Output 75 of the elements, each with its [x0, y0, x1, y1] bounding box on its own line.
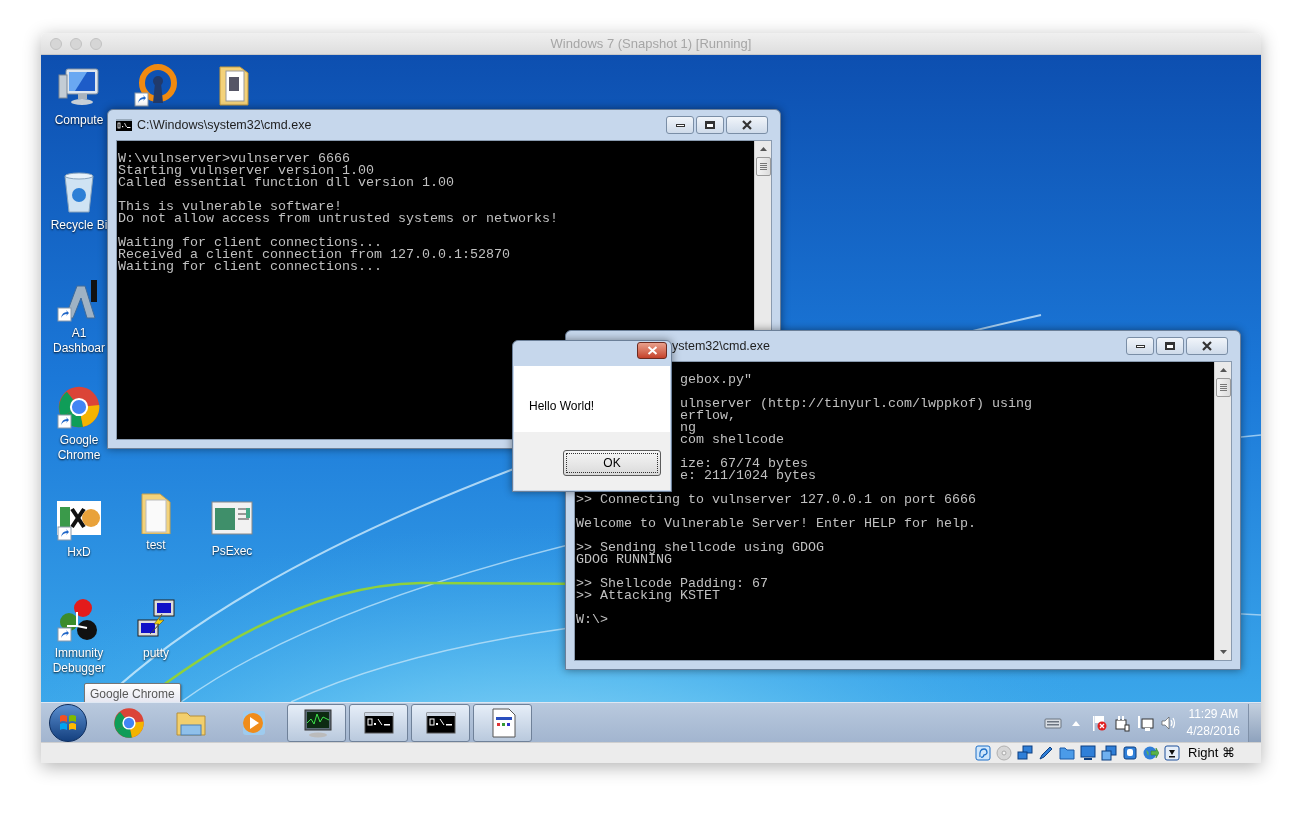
console-line: Called essential function dll version 1.00 [118, 177, 454, 189]
desktop-icon-label[interactable]: Google [59, 433, 99, 448]
minimize-button[interactable] [666, 116, 694, 134]
desktop-icon-label[interactable]: HxD [67, 545, 91, 560]
console-line: W:\vulnserver>vulnserver 6666 [118, 153, 350, 165]
tooltip: Google Chrome [84, 683, 181, 702]
dialog-message: Hello World! [529, 399, 595, 413]
desktop-icon-label[interactable]: Recycle Bi [50, 218, 108, 233]
window-title: C:\Windows\system32\cmd.exe [137, 116, 312, 134]
command-prompt-icon [116, 119, 132, 131]
console-line: Received a client connection from 127.0.0.1:52870 [118, 249, 510, 261]
desktop-icon-label[interactable]: PsExec [211, 544, 253, 559]
host-key-label: Right ⌘ [1188, 744, 1235, 763]
chrome-icon[interactable] [57, 385, 101, 429]
download-icon[interactable] [1164, 745, 1181, 761]
folder-icon[interactable] [1059, 745, 1076, 761]
console-line: ize: 67/74 bytes [680, 458, 808, 470]
start-button[interactable] [49, 703, 87, 742]
desktop-icon-label[interactable]: test [146, 538, 166, 553]
console-line: gebox.py" [680, 374, 752, 386]
close-icon [646, 346, 658, 355]
maximize-button[interactable] [696, 116, 724, 134]
ok-button[interactable]: OK [563, 450, 661, 476]
window-title: ystem32\cmd.exe [672, 337, 770, 355]
ear-icon[interactable] [975, 745, 992, 761]
scroll-thumb[interactable] [755, 157, 771, 176]
console-line: Do not allow access from untrusted systems or networks! [118, 213, 558, 225]
console-line: Starting vulnserver version 1.00 [118, 165, 374, 177]
monitor-icon[interactable] [1080, 745, 1097, 761]
console-line: W:\> [576, 614, 608, 626]
console-line: Welcome to Vulnerable Server! Enter HELP for help. [576, 518, 976, 530]
close-button[interactable] [637, 342, 667, 359]
taskbar-button[interactable] [411, 703, 470, 742]
desktop-icon-label[interactable]: A1 [71, 326, 87, 341]
desktop-icon-label[interactable]: Immunity [54, 646, 104, 661]
host-window-title: Windows 7 (Snapshot 1) [Running] [550, 34, 752, 53]
desktop-icon-label[interactable]: Chrome [57, 448, 101, 463]
close-icon [741, 120, 753, 130]
taskbar-button[interactable] [349, 703, 408, 742]
console-line: >> Connecting to vulnserver 127.0.0.1 on port 6666 [576, 494, 976, 506]
scroll-thumb[interactable] [1215, 378, 1231, 397]
windows-logo-icon [58, 712, 78, 733]
windows-icon[interactable] [1101, 745, 1118, 761]
pen-icon[interactable] [1038, 745, 1055, 761]
keyhole-ring-icon[interactable] [134, 63, 178, 107]
desktop-icon-label[interactable]: Dashboar [53, 341, 105, 356]
console-line: Waiting for client connections... [118, 237, 382, 249]
chip-icon[interactable] [1122, 745, 1139, 761]
console-line: >> Sending shellcode using GDOG [576, 542, 824, 554]
taskbar-button[interactable] [473, 703, 532, 742]
console-line: e: 211/1024 bytes [680, 470, 816, 482]
power-plug-icon[interactable] [1112, 713, 1131, 732]
network-icon[interactable] [1135, 713, 1154, 732]
desktop-icon-label[interactable]: Compute [54, 113, 104, 128]
network-icon[interactable] [1017, 745, 1034, 761]
close-button[interactable] [1186, 337, 1228, 355]
console-line: com shellcode [680, 434, 784, 446]
console-line: >> Shellcode Padding: 67 [576, 578, 768, 590]
console-line: GDOG RUNNING [576, 554, 672, 566]
console-line: Waiting for client connections... [118, 261, 382, 273]
clock-date[interactable]: 4/28/2016 [1186, 722, 1240, 740]
minimize-button[interactable] [1126, 337, 1154, 355]
clock-time[interactable]: 11:29 AM [1188, 705, 1239, 723]
console-line: ng [680, 422, 696, 434]
close-button[interactable] [726, 116, 768, 134]
console-line: >> Attacking KSTET [576, 590, 720, 602]
console-line: erflow, [680, 410, 736, 422]
taskbar-button[interactable] [287, 703, 346, 742]
maximize-button[interactable] [1156, 337, 1184, 355]
desktop-icon-label[interactable]: Debugger [52, 661, 106, 676]
console-line: This is vulnerable software! [118, 201, 342, 213]
console-line: ulnserver (http://tinyurl.com/lwppkof) using [680, 398, 1032, 410]
close-icon [1201, 341, 1213, 351]
chrome-icon [113, 706, 145, 739]
globe-icon[interactable] [1143, 745, 1160, 761]
